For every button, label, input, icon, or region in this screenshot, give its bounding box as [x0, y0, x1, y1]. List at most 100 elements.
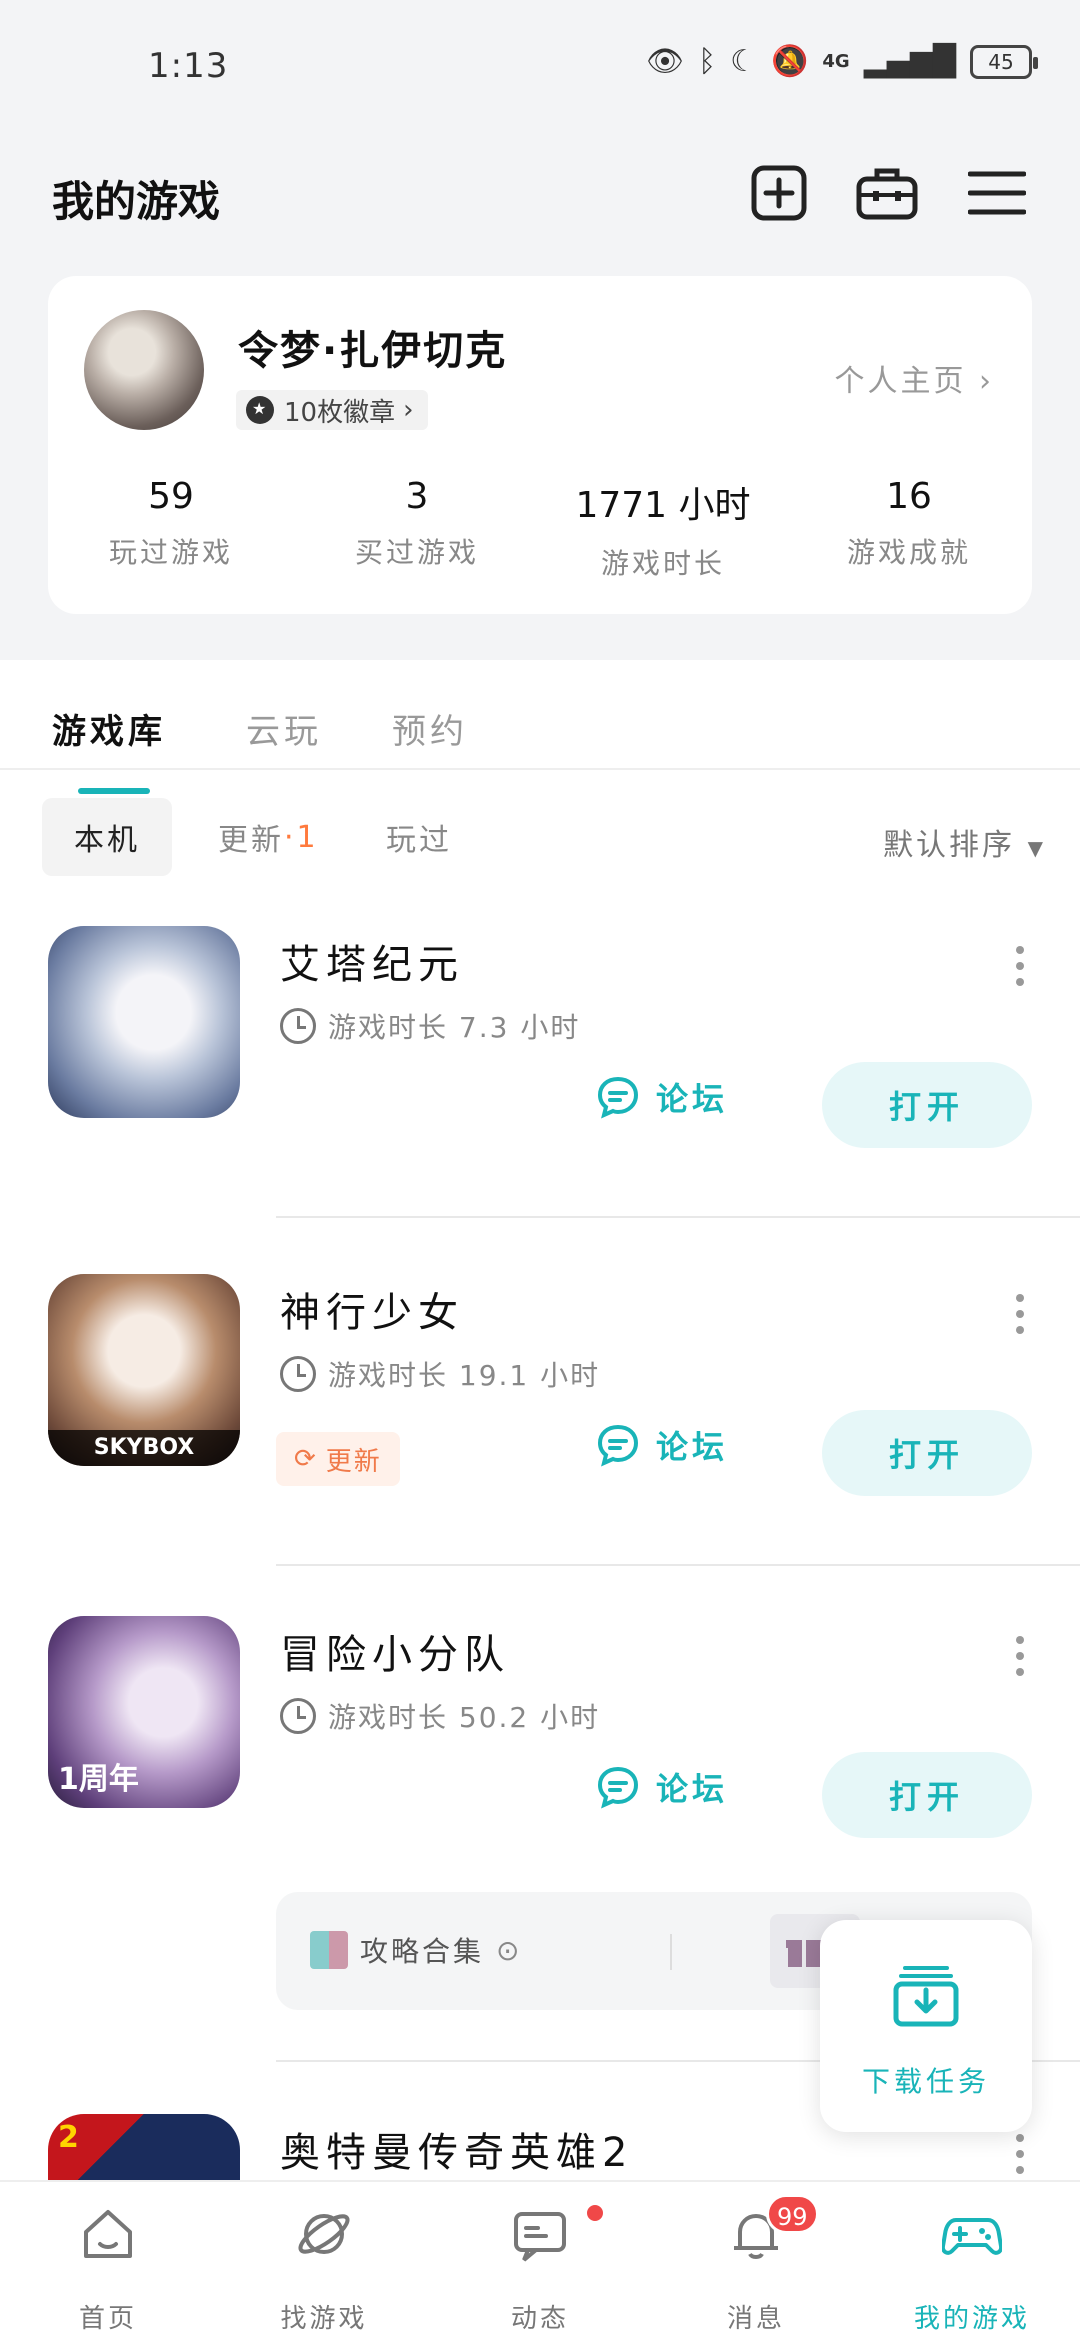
open-game-button[interactable]: 打开 [822, 1062, 1032, 1148]
dot [1016, 1636, 1024, 1644]
icon-label: SKYBOX [48, 1430, 240, 1466]
game-icon[interactable]: 1周年 [48, 1616, 240, 1808]
stat-value: 1771 小时 [575, 485, 751, 526]
stat-label: 买过游戏 [354, 536, 479, 569]
tab-reserve[interactable]: 预约 [392, 704, 468, 753]
homepage-link[interactable]: 个人主页 › [834, 356, 994, 400]
nav-home[interactable]: 首页 [0, 2182, 216, 2340]
nav-label: 首页 [78, 2304, 137, 2334]
planet-icon [298, 2214, 350, 2254]
game-row[interactable]: SKYBOX 神行少女 游戏时长 19.1 小时 ⟳ 更新 论坛 打开 [0, 1274, 1080, 1614]
forum-button[interactable]: 论坛 [596, 1764, 728, 1810]
divider [276, 1216, 1080, 1218]
update-tag-label: 更新 [325, 1446, 382, 1477]
book-icon [310, 1931, 348, 1969]
chat-bubble-icon [597, 1766, 639, 1809]
game-time-label: 游戏时长 7.3 小时 [328, 1011, 581, 1044]
clock-icon [280, 1356, 316, 1392]
page-title: 我的游戏 [52, 177, 221, 226]
forum-button[interactable]: 论坛 [596, 1422, 728, 1468]
homepage-label: 个人主页 [834, 364, 967, 399]
update-tag[interactable]: ⟳ 更新 [276, 1432, 400, 1486]
dot [1016, 946, 1024, 954]
avatar[interactable] [84, 310, 204, 430]
toolbox-icon [856, 168, 918, 220]
subtab-update[interactable]: 更新 ·1 [218, 798, 319, 876]
more-options-button[interactable] [1014, 946, 1026, 986]
refresh-icon: ⟳ [294, 1444, 318, 1474]
download-task-button[interactable]: 下载任务 [820, 1920, 1032, 2132]
stat-play-time[interactable]: 1771 小时 游戏时长 [540, 476, 786, 582]
eye-icon: 👁 [646, 44, 685, 79]
nav-feed[interactable]: 动态 [432, 2182, 648, 2340]
nav-my-games[interactable]: 我的游戏 [864, 2182, 1080, 2340]
toolbox-button[interactable] [856, 162, 918, 224]
add-game-button[interactable] [748, 162, 810, 224]
subtab-update-label: 更新 [218, 823, 284, 858]
username: 令梦·扎伊切克 [238, 328, 508, 374]
open-game-button[interactable]: 打开 [822, 1752, 1032, 1838]
more-options-button[interactable] [1014, 1636, 1026, 1676]
dot [1016, 2150, 1024, 2158]
game-icon[interactable]: SKYBOX [48, 1274, 240, 1466]
badges-button[interactable]: 10枚徽章 › [236, 390, 428, 430]
signal-icon: ▂▄▆█ [863, 44, 956, 79]
nav-discover[interactable]: 找游戏 [216, 2182, 432, 2340]
sort-dropdown[interactable]: 默认排序 ▼ [883, 820, 1046, 864]
dot [1016, 1294, 1024, 1302]
circle-chevron-icon: ⊙ [496, 1933, 523, 1967]
gamepad-icon [942, 2218, 1002, 2255]
stat-achievements[interactable]: 16 游戏成就 [786, 476, 1032, 582]
divider [670, 1934, 672, 1970]
stat-value: 16 [886, 476, 932, 517]
subtab-played[interactable]: 玩过 [386, 798, 452, 876]
clock-icon [280, 1698, 316, 1734]
home-icon [84, 2210, 132, 2258]
more-options-button[interactable] [1014, 2134, 1026, 2174]
stat-label: 游戏时长 [600, 547, 725, 580]
forum-label: 论坛 [656, 1770, 729, 1808]
subtab-local[interactable]: 本机 [42, 798, 172, 876]
active-tab-indicator [78, 788, 150, 794]
update-count: ·1 [284, 819, 319, 855]
stat-label: 游戏成就 [846, 536, 971, 569]
game-icon[interactable] [48, 926, 240, 1118]
bottom-nav: 首页 找游戏 动态 99 消息 我的游戏 [0, 2180, 1080, 2340]
guide-label: 攻略合集 [360, 1935, 485, 1968]
forum-button[interactable]: 论坛 [596, 1074, 728, 1120]
game-row[interactable]: 艾塔纪元 游戏时长 7.3 小时 论坛 打开 [0, 926, 1080, 1266]
game-name: 奥特曼传奇英雄2 [280, 2130, 634, 2176]
mute-bell-icon: 🔕 [771, 44, 809, 79]
network-label: 4G [822, 51, 850, 72]
dot [1016, 978, 1024, 986]
tab-cloud[interactable]: 云玩 [246, 704, 322, 753]
open-game-button[interactable]: 打开 [822, 1410, 1032, 1496]
dot [1016, 962, 1024, 970]
message-box-icon [514, 2212, 566, 2262]
stat-value: 59 [148, 476, 194, 517]
battery-icon: 45 [970, 44, 1038, 79]
tab-library[interactable]: 游戏库 [52, 704, 166, 753]
plus-box-icon [751, 165, 807, 221]
chat-bubble-icon [597, 1076, 639, 1119]
dot [1016, 1310, 1024, 1318]
unread-badge: 99 [766, 2194, 819, 2234]
stat-bought-games[interactable]: 3 买过游戏 [294, 476, 540, 582]
status-time: 1:13 [148, 46, 229, 86]
moon-icon: ☾ [730, 44, 758, 79]
nav-label: 动态 [510, 2304, 569, 2334]
menu-button[interactable] [966, 162, 1028, 224]
forum-label: 论坛 [656, 1428, 729, 1466]
divider [276, 1564, 1080, 1566]
status-bar: 1:13 👁 ᛒ ☾ 🔕 4G ▂▄▆█ 45 [0, 0, 1080, 130]
more-options-button[interactable] [1014, 1294, 1026, 1334]
stat-played-games[interactable]: 59 玩过游戏 [48, 476, 294, 582]
nav-messages[interactable]: 99 消息 [648, 2182, 864, 2340]
profile-card: 令梦·扎伊切克 10枚徽章 › 个人主页 › 59 玩过游戏 3 买过游戏 17… [48, 276, 1032, 614]
game-name: 冒险小分队 [280, 1632, 510, 1678]
game-time-label: 游戏时长 19.1 小时 [328, 1359, 601, 1392]
dot [1016, 1326, 1024, 1334]
game-time-label: 游戏时长 50.2 小时 [328, 1701, 601, 1734]
guide-collection-link[interactable]: 攻略合集 ⊙ [310, 1930, 522, 1970]
game-name: 艾塔纪元 [280, 942, 464, 988]
